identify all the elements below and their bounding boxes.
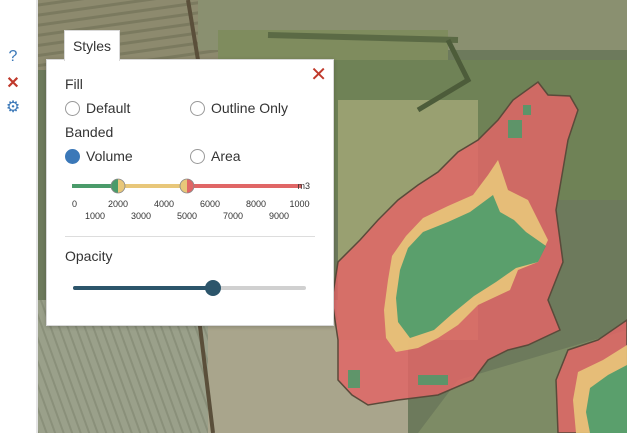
- banded-volume-label: Volume: [86, 148, 133, 164]
- opacity-handle[interactable]: [204, 280, 221, 296]
- scale-tick-label: 8000: [246, 199, 266, 209]
- opacity-slider[interactable]: [73, 280, 306, 296]
- opacity-heading: Opacity: [65, 248, 113, 264]
- radio-button[interactable]: [190, 148, 205, 164]
- fill-heading: Fill: [65, 76, 83, 92]
- scale-ticks-bottom: 1000 3000 5000 7000 9000: [85, 211, 289, 221]
- gear-icon[interactable]: ⚙: [4, 98, 22, 116]
- banded-volume-radio[interactable]: Volume: [65, 148, 133, 164]
- fill-outline-label: Outline Only: [211, 100, 289, 116]
- handle-right-half: [187, 179, 194, 193]
- scale-tick-label: 0: [72, 199, 77, 209]
- close-icon[interactable]: ✕: [310, 64, 327, 86]
- banded-area-radio[interactable]: Area: [190, 148, 241, 164]
- scale-tick-label: 7000: [223, 211, 243, 221]
- fill-default-radio[interactable]: Default: [65, 100, 130, 116]
- tab-styles[interactable]: Styles: [64, 30, 120, 61]
- scale-ticks-top: 0 2000 4000 6000 8000 10000: [72, 199, 310, 209]
- fill-outline-radio[interactable]: Outline Only: [190, 100, 288, 116]
- radio-button[interactable]: [65, 148, 80, 164]
- divider: [65, 236, 315, 237]
- help-icon[interactable]: ?: [4, 48, 22, 66]
- band-scale[interactable]: m3 0 2000 4000 6000 8000 10000 1000 3000 5000 70…: [70, 178, 310, 222]
- threshold-handle-2[interactable]: [179, 178, 195, 194]
- handle-left-half: [180, 179, 187, 193]
- scale-tick-label: 1000: [85, 211, 105, 221]
- radio-button[interactable]: [190, 100, 205, 116]
- handle-left-half: [111, 179, 118, 193]
- scale-unit: m3: [297, 181, 310, 191]
- banded-heading: Banded: [65, 124, 114, 140]
- threshold-handle-1[interactable]: [110, 178, 126, 194]
- scale-tick-label: 2000: [108, 199, 128, 209]
- left-toolbar: ? ✕ ⚙: [0, 0, 38, 433]
- scale-tick-label: 6000: [200, 199, 220, 209]
- close-icon[interactable]: ✕: [4, 74, 22, 92]
- scale-tick-label: 10000: [289, 199, 310, 209]
- banded-area-label: Area: [211, 148, 241, 164]
- radio-button[interactable]: [65, 100, 80, 116]
- scale-tick-label: 5000: [177, 211, 197, 221]
- opacity-fill: [73, 286, 213, 290]
- scale-tick-label: 4000: [154, 199, 174, 209]
- fill-default-label: Default: [86, 100, 131, 116]
- scale-tick-label: 9000: [269, 211, 289, 221]
- handle-right-half: [118, 179, 125, 193]
- scale-tick-label: 3000: [131, 211, 151, 221]
